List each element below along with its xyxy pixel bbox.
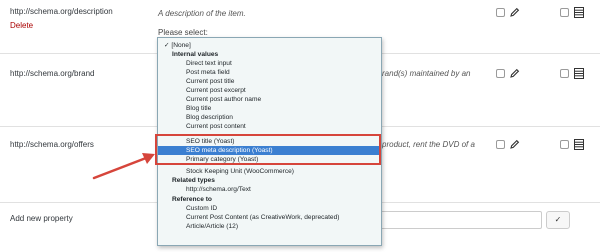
option-none[interactable]: ✓ [None] [158, 41, 381, 50]
option[interactable]: http://schema.org/Text [158, 185, 381, 194]
option[interactable]: Current Post Content (as CreativeWork, d… [158, 213, 381, 222]
option[interactable]: Blog description [158, 113, 381, 122]
properties-panel: http://schema.org/description Delete A d… [0, 0, 600, 252]
delete-link[interactable]: Delete [10, 21, 33, 30]
row-checkbox[interactable] [496, 8, 505, 17]
property-url: http://schema.org/description [10, 7, 113, 16]
option[interactable]: Direct text input [158, 59, 381, 68]
option[interactable]: Current post author name [158, 95, 381, 104]
option[interactable]: Current post excerpt [158, 86, 381, 95]
option[interactable]: Article/Article (12) [158, 222, 381, 231]
row-checkbox[interactable] [496, 69, 505, 78]
pencil-icon[interactable] [510, 7, 520, 17]
option[interactable]: Custom ID [158, 204, 381, 213]
row-checkbox[interactable] [560, 69, 569, 78]
property-description: rand(s) maintained by an [382, 69, 471, 78]
row-checkbox[interactable] [560, 8, 569, 17]
optgroup-related-types: Related types [172, 177, 215, 184]
pencil-icon[interactable] [510, 68, 520, 78]
new-property-input[interactable] [380, 211, 542, 229]
option[interactable]: Blog title [158, 104, 381, 113]
property-url: http://schema.org/offers [10, 140, 94, 149]
list-icon[interactable] [574, 68, 584, 79]
option[interactable]: Stock Keeping Unit (WooCommerce) [158, 167, 381, 176]
add-new-property-label: Add new property [10, 214, 73, 223]
option[interactable]: Post meta field [158, 68, 381, 77]
optgroup-internal-values: Internal values [172, 51, 219, 58]
property-description: A description of the item. [158, 9, 246, 18]
property-url: http://schema.org/brand [10, 69, 95, 78]
pencil-icon[interactable] [510, 139, 520, 149]
list-icon[interactable] [574, 139, 584, 150]
highlight-box [155, 134, 381, 165]
optgroup-reference-to: Reference to [172, 196, 212, 203]
list-icon[interactable] [574, 7, 584, 18]
arrow-icon [92, 153, 155, 180]
option[interactable]: Current post content [158, 122, 381, 131]
select-prompt: Please select: [158, 28, 208, 37]
row-checkbox[interactable] [496, 140, 505, 149]
row-checkbox[interactable] [560, 140, 569, 149]
confirm-add-button[interactable]: ✓ [546, 211, 570, 229]
option[interactable]: Current post title [158, 77, 381, 86]
property-description: product, rent the DVD of a [382, 140, 475, 149]
checkmark-icon: ✓ [554, 215, 562, 224]
